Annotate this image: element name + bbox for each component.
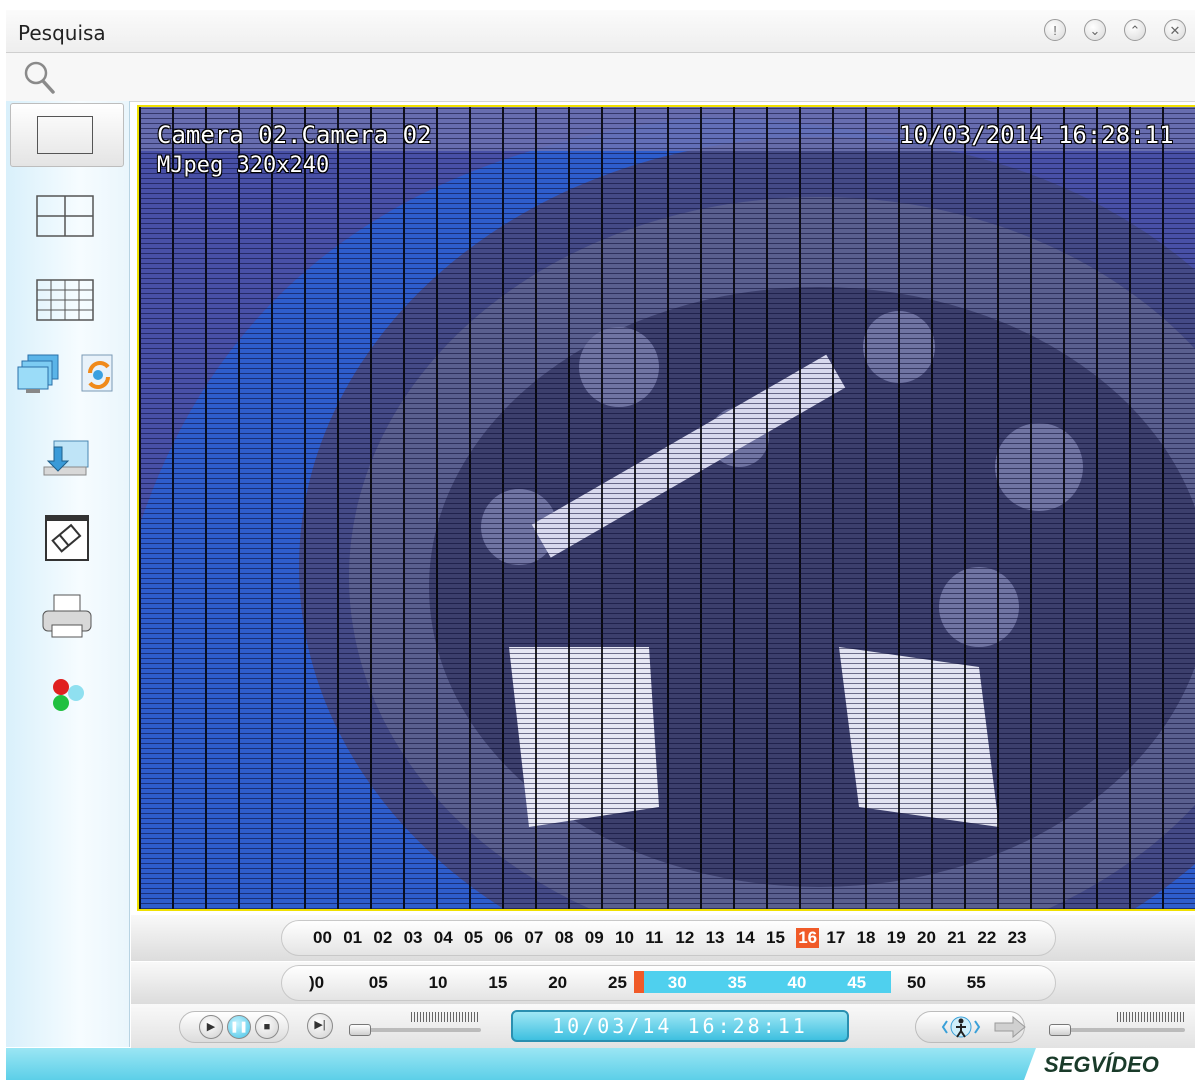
toolbar	[6, 53, 1195, 102]
export-icon[interactable]	[40, 437, 92, 483]
hour-16[interactable]: 16	[796, 928, 820, 948]
scanline-overlay	[139, 107, 1195, 909]
hour-01[interactable]: 01	[343, 928, 362, 948]
search-icon[interactable]	[22, 59, 56, 95]
hour-20[interactable]: 20	[917, 928, 936, 948]
minute-6[interactable]: 30	[668, 973, 687, 993]
info-icon[interactable]: !	[1044, 19, 1066, 41]
minute-9[interactable]: 45	[847, 973, 866, 993]
hour-06[interactable]: 06	[494, 928, 513, 948]
next-arrow-icon[interactable]	[993, 1016, 1027, 1038]
hour-00[interactable]: 00	[313, 928, 332, 948]
hour-12[interactable]: 12	[675, 928, 694, 948]
refresh-icon[interactable]	[76, 351, 122, 397]
minute-11[interactable]: 55	[967, 973, 986, 993]
hour-21[interactable]: 21	[947, 928, 966, 948]
color-adjust-icon[interactable]	[46, 673, 94, 719]
hour-03[interactable]: 03	[404, 928, 423, 948]
minute-1[interactable]: 05	[369, 973, 388, 993]
volume-slider-knob[interactable]	[1049, 1024, 1071, 1036]
minute-timeline: )0 05 10 15 20 25 30 35 40 45 50 55	[131, 962, 1195, 1004]
snapshot-icon[interactable]	[42, 513, 92, 563]
camera-label: Camera 02.Camera 02	[157, 121, 432, 149]
minute-4[interactable]: 20	[548, 973, 567, 993]
volume-slider[interactable]	[1051, 1028, 1185, 1032]
minute-0[interactable]: )0	[309, 973, 324, 993]
minute-2[interactable]: 10	[429, 973, 448, 993]
video-timestamp: 10/03/2014 16:28:11	[899, 121, 1174, 149]
pause-button[interactable]: ❚❚	[227, 1015, 251, 1039]
hour-23[interactable]: 23	[1008, 928, 1027, 948]
hour-04[interactable]: 04	[434, 928, 453, 948]
hour-11[interactable]: 11	[645, 928, 663, 948]
print-icon[interactable]	[40, 591, 94, 643]
volume-ticks	[1117, 1012, 1185, 1022]
minute-7[interactable]: 35	[728, 973, 747, 993]
speed-slider-knob[interactable]	[349, 1024, 371, 1036]
minute-5[interactable]: 25	[608, 973, 627, 993]
hour-22[interactable]: 22	[977, 928, 996, 948]
hour-05[interactable]: 05	[464, 928, 483, 948]
hour-19[interactable]: 19	[887, 928, 906, 948]
sidebar	[6, 101, 130, 1047]
hour-10[interactable]: 10	[615, 928, 634, 948]
minimize-icon[interactable]: ⌄	[1084, 19, 1106, 41]
single-view-icon[interactable]	[10, 103, 124, 167]
codec-label: MJpeg 320x240	[157, 153, 330, 178]
quad-view-icon[interactable]	[36, 195, 96, 239]
play-button[interactable]: ▶	[199, 1015, 223, 1039]
title-bar: Pesquisa ! ⌄ ⌃ ✕	[6, 10, 1195, 53]
close-icon[interactable]: ✕	[1164, 19, 1186, 41]
minute-8[interactable]: 40	[787, 973, 806, 993]
grid-view-icon[interactable]	[36, 279, 96, 323]
hour-timeline: 00 01 02 03 04 05 06 07 08 09 10 11 12 13 14 15 16 17 18 19…	[131, 915, 1195, 961]
video-player[interactable]: Camera 02.Camera 02 10/03/2014 16:28:11 …	[137, 105, 1195, 911]
motion-detect-icon[interactable]	[941, 1014, 981, 1040]
hour-13[interactable]: 13	[706, 928, 725, 948]
brand-text: SEGVÍDEO	[1044, 1052, 1159, 1077]
step-frame-button[interactable]: ▶|	[307, 1013, 333, 1039]
hour-17[interactable]: 17	[826, 928, 845, 948]
maximize-icon[interactable]: ⌃	[1124, 19, 1146, 41]
hour-09[interactable]: 09	[585, 928, 604, 948]
hour-15[interactable]: 15	[766, 928, 785, 948]
hour-14[interactable]: 14	[736, 928, 755, 948]
hour-07[interactable]: 07	[524, 928, 543, 948]
hour-18[interactable]: 18	[857, 928, 876, 948]
minute-3[interactable]: 15	[488, 973, 507, 993]
stop-button[interactable]: ■	[255, 1015, 279, 1039]
playback-datetime: 10/03/14 16:28:11	[511, 1010, 849, 1042]
hour-08[interactable]: 08	[555, 928, 574, 948]
minute-10[interactable]: 50	[907, 973, 926, 993]
window-title: Pesquisa	[18, 21, 106, 45]
speed-ticks	[411, 1012, 479, 1022]
status-bar	[6, 1048, 1195, 1080]
monitors-icon[interactable]	[16, 351, 62, 397]
hour-02[interactable]: 02	[373, 928, 392, 948]
